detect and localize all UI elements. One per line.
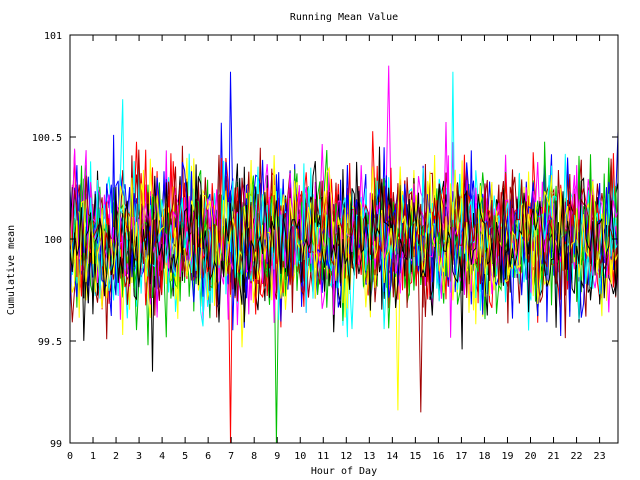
x-tick-label: 4 [159,451,165,462]
x-tick-label: 16 [432,451,444,462]
x-tick-label: 19 [501,451,513,462]
x-tick-label: 17 [455,451,467,462]
x-tick-label: 15 [409,451,421,462]
y-tick-label: 100.5 [32,133,62,144]
x-tick-label: 20 [524,451,536,462]
x-tick-label: 9 [274,451,280,462]
series-layer [69,65,619,444]
x-tick-label: 0 [67,451,73,462]
x-tick-label: 2 [113,451,119,462]
x-tick-label: 23 [594,451,606,462]
x-tick-label: 11 [317,451,329,462]
x-tick-label: 7 [228,451,234,462]
x-tick-label: 21 [548,451,560,462]
x-tick-label: 3 [136,451,142,462]
x-tick-label: 12 [340,451,352,462]
y-axis-label: Cumulative mean [6,225,17,315]
x-tick-label: 10 [294,451,306,462]
x-tick-label: 5 [182,451,188,462]
y-tick-label: 100 [44,235,62,246]
y-tick-label: 101 [44,31,62,42]
x-tick-label: 6 [205,451,211,462]
x-tick-label: 1 [90,451,96,462]
x-tick-label: 18 [478,451,490,462]
line-chart: Running Mean Value 9999.5100100.5101 012… [6,12,619,477]
x-axis-label: Hour of Day [311,466,377,477]
x-tick-label: 8 [251,451,257,462]
x-tick-label: 14 [386,451,398,462]
x-tick-label: 13 [363,451,375,462]
x-tick-label: 22 [571,451,583,462]
y-tick-label: 99 [50,439,62,450]
y-tick-label: 99.5 [38,337,62,348]
chart-title: Running Mean Value [290,12,398,23]
